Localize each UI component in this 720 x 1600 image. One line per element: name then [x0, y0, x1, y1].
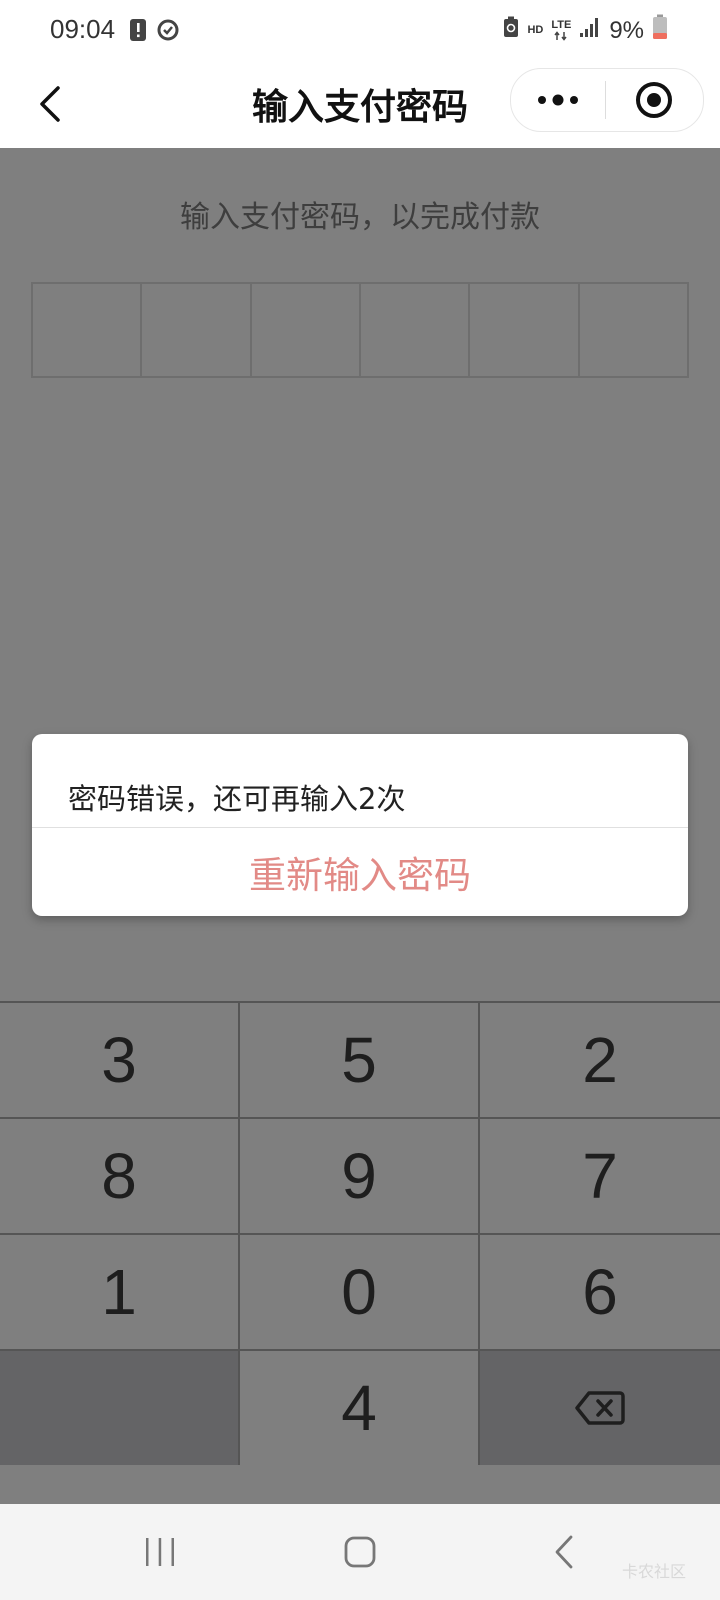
key-4[interactable]: 4 — [240, 1351, 480, 1467]
backspace-key[interactable] — [480, 1351, 720, 1467]
battery-percent: 9% — [609, 16, 644, 44]
key-3[interactable]: 3 — [0, 1003, 240, 1119]
keypad-bottom-strip — [0, 1465, 720, 1504]
lte-indicator: LTE — [551, 20, 571, 41]
signal-icon — [579, 16, 601, 45]
status-bar: 09:04 HD LTE 9% — [0, 0, 720, 62]
key-7[interactable]: 7 — [480, 1119, 720, 1235]
home-button[interactable] — [330, 1524, 390, 1580]
back-button[interactable] — [22, 76, 78, 132]
pin-digit-box — [580, 284, 687, 376]
status-time: 09:04 — [50, 14, 116, 44]
dialog-message: 密码错误，还可再输入2次 — [68, 782, 406, 816]
back-icon — [555, 1535, 573, 1569]
chevron-left-icon — [40, 86, 60, 122]
title-bar: 输入支付密码 — [0, 62, 720, 148]
more-button[interactable] — [511, 69, 605, 131]
lte-label: LTE — [551, 19, 572, 31]
alert-icon — [128, 18, 148, 46]
pin-input[interactable] — [31, 282, 689, 378]
pin-digit-box — [142, 284, 252, 376]
mini-program-capsule — [510, 68, 704, 132]
pin-digit-box — [252, 284, 361, 376]
target-close-icon — [636, 82, 672, 118]
retry-password-button[interactable]: 重新输入密码 — [32, 828, 688, 916]
battery-icon — [652, 14, 668, 47]
status-right: HD LTE 9% — [503, 14, 668, 47]
recent-apps-icon — [146, 1538, 174, 1566]
system-back-button[interactable] — [534, 1524, 594, 1580]
numeric-keypad: 3 5 2 8 9 7 1 0 6 4 — [0, 1001, 720, 1467]
recent-apps-button[interactable] — [130, 1524, 190, 1580]
data-arrows-icon — [554, 31, 567, 41]
more-dots-icon — [538, 94, 578, 106]
key-1[interactable]: 1 — [0, 1235, 240, 1351]
backspace-icon — [575, 1391, 625, 1425]
key-9[interactable]: 9 — [240, 1119, 480, 1235]
error-dialog: 密码错误，还可再输入2次 重新输入密码 — [32, 734, 688, 916]
key-8[interactable]: 8 — [0, 1119, 240, 1235]
hd-label: HD — [527, 24, 544, 36]
key-blank — [0, 1351, 240, 1467]
status-left-icons — [128, 18, 180, 46]
key-6[interactable]: 6 — [480, 1235, 720, 1351]
key-5[interactable]: 5 — [240, 1003, 480, 1119]
home-icon — [344, 1536, 376, 1568]
instruction-text: 输入支付密码，以完成付款 — [180, 200, 540, 235]
pin-digit-box — [470, 284, 580, 376]
pin-digit-box — [33, 284, 143, 376]
watermark: 卡农社区 — [621, 1562, 686, 1581]
system-nav-bar: 卡农社区 — [0, 1504, 720, 1600]
pin-digit-box — [361, 284, 471, 376]
recycle-battery-icon — [503, 16, 519, 45]
key-2[interactable]: 2 — [480, 1003, 720, 1119]
sync-icon — [156, 18, 180, 46]
close-mini-program-button[interactable] — [606, 69, 702, 131]
key-0[interactable]: 0 — [240, 1235, 480, 1351]
